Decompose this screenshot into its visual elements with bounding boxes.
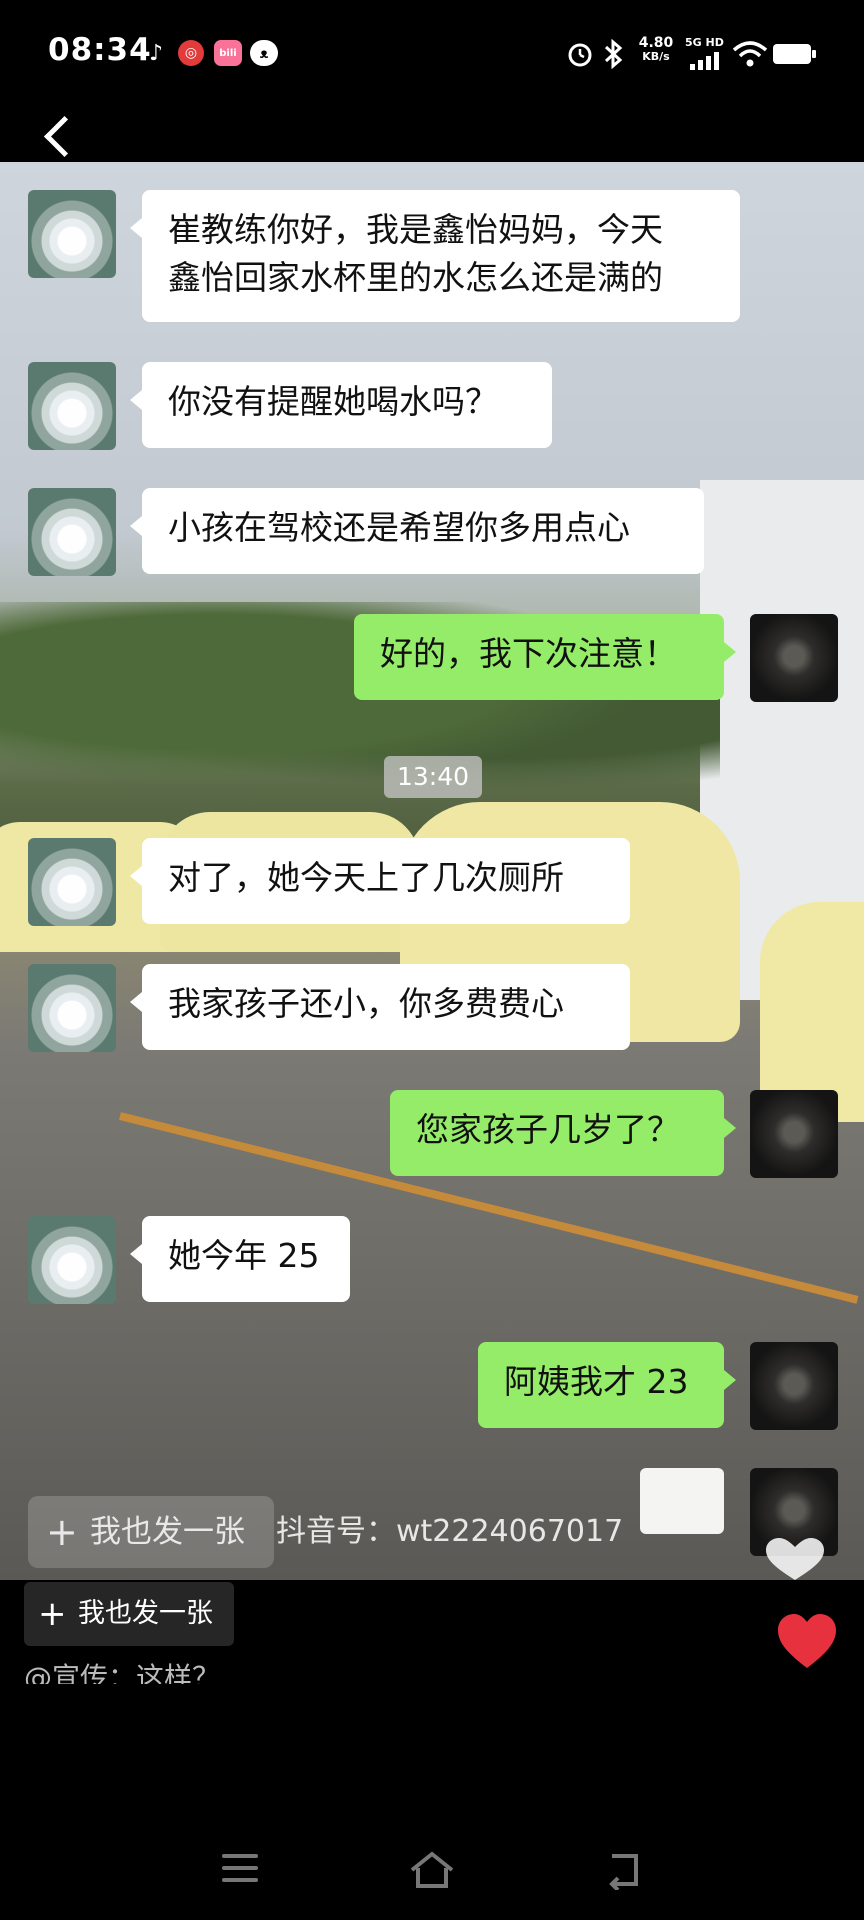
self-avatar[interactable] (750, 1342, 838, 1430)
repost-label: 我也发一张 (78, 1598, 213, 1629)
netease-music-icon: ◎ (178, 40, 204, 66)
post-too-overlay-button[interactable]: + 我也发一张 (28, 1496, 274, 1568)
contact-avatar[interactable] (28, 838, 116, 926)
douyin-id-watermark: 抖音号：wt2224067017 (276, 1514, 624, 1549)
message-bubble: 您家孩子几岁了？ (390, 1090, 736, 1176)
bear-sticker-icon (640, 1468, 724, 1534)
self-avatar[interactable] (750, 614, 838, 702)
plus-icon: + (38, 1594, 67, 1634)
self-avatar[interactable] (750, 1090, 838, 1178)
like-heart-icon[interactable] (776, 1612, 838, 1674)
message-bubble: 你没有提醒她喝水吗？ (130, 362, 552, 448)
plus-icon: + (46, 1510, 78, 1554)
wifi-icon (732, 41, 768, 67)
heart-outline-icon (766, 1538, 824, 1580)
message-bubble: 她今年 25 (130, 1216, 350, 1302)
home-icon[interactable] (408, 1850, 456, 1890)
bilibili-icon: bili (214, 40, 242, 66)
status-time: 08:34 (48, 32, 152, 68)
post-too-overlay-label: 我也发一张 (90, 1514, 245, 1550)
contact-avatar[interactable] (28, 362, 116, 450)
contact-avatar[interactable] (28, 964, 116, 1052)
message-bubble: 崔教练你好，我是鑫怡妈妈，今天 鑫怡回家水杯里的水怎么还是满的 (130, 190, 740, 322)
cat-app-icon: ᴥ (250, 40, 278, 66)
contact-avatar[interactable] (28, 1216, 116, 1304)
network-speed-unit: KB/s (642, 50, 670, 63)
message-bubble: 对了，她今天上了几次厕所 (130, 838, 630, 924)
signal-icon (690, 52, 719, 70)
top-bar (0, 86, 864, 162)
battery-icon (773, 44, 816, 64)
network-type: 5G HD (685, 36, 724, 49)
menu-icon[interactable] (222, 1854, 258, 1882)
contact-avatar[interactable] (28, 488, 116, 576)
network-speed: 4.80 KB/s (636, 36, 676, 64)
alarm-icon (568, 43, 592, 67)
message-bubble: 阿姨我才 23 (478, 1342, 736, 1428)
contact-avatar[interactable] (28, 190, 116, 278)
repost-button[interactable]: + 我也发一张 (24, 1582, 234, 1646)
bluetooth-icon (604, 38, 623, 70)
chat-timestamp: 13:40 (384, 756, 482, 798)
message-bubble: 小孩在驾校还是希望你多用点心 (130, 488, 704, 574)
message-bubble: 我家孩子还小，你多费费心 (130, 964, 630, 1050)
author-caption[interactable]: @宣传：这样？ (24, 1658, 220, 1684)
car-right (760, 902, 864, 1122)
message-bubble: 好的，我下次注意！ (354, 614, 736, 700)
network-speed-value: 4.80 (638, 35, 674, 51)
tiktok-icon: ♪ (148, 40, 164, 66)
back-nav-icon[interactable] (604, 1850, 644, 1890)
